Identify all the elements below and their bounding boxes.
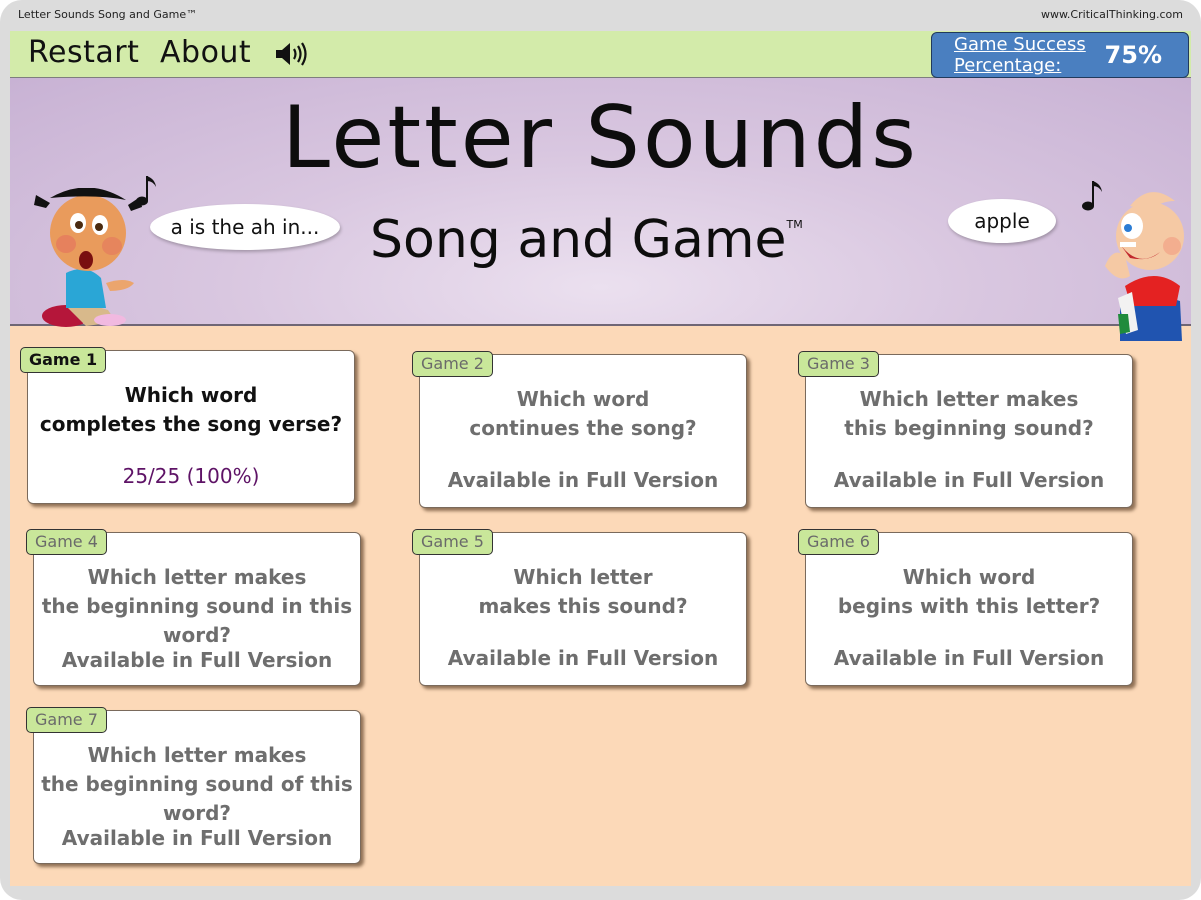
game-tag: Game 3	[798, 351, 879, 377]
game-success-link[interactable]: Game Success Percentage:	[954, 34, 1086, 76]
game-screen: Restart About Game Success Percentage: 7…	[10, 31, 1191, 886]
music-note-icon	[1082, 181, 1102, 211]
game-card-4[interactable]: Game 4 Which letter makes the beginning …	[26, 529, 361, 686]
game-title: Letter Sounds	[282, 88, 919, 188]
game-score: 25/25 (100%)	[122, 464, 260, 488]
window-title: Letter Sounds Song and Game™	[18, 8, 198, 21]
game-tag: Game 6	[798, 529, 879, 555]
score-label-line2: Percentage:	[954, 55, 1062, 76]
question-line: Which letter	[513, 565, 653, 589]
game-selection-grid: Game 1 Which word completes the song ver…	[10, 324, 1191, 886]
question-line: the beginning sound of this word?	[41, 772, 353, 825]
game-question: Which letter makes the beginning sound o…	[40, 741, 354, 828]
game-availability: Available in Full Version	[833, 646, 1105, 670]
game-tag: Game 5	[412, 529, 493, 555]
game-question: Which word completes the song verse?	[34, 381, 348, 439]
question-line: continues the song?	[469, 416, 697, 440]
game-tag: Game 4	[26, 529, 107, 555]
girl-character-illustration	[34, 188, 142, 327]
game-card-7[interactable]: Game 7 Which letter makes the beginning …	[26, 707, 361, 864]
question-line: makes this sound?	[478, 594, 688, 618]
game-question: Which word begins with this letter?	[812, 563, 1126, 621]
question-line: Which letter makes	[87, 743, 307, 767]
question-line: begins with this letter?	[837, 594, 1101, 618]
game-tag: Game 1	[20, 347, 107, 373]
question-line: Which word	[516, 387, 650, 411]
game-card-6[interactable]: Game 6 Which word begins with this lette…	[798, 529, 1133, 686]
question-line: the beginning sound in this word?	[41, 594, 353, 647]
score-value: 75%	[1104, 41, 1162, 69]
question-line: Which letter makes	[859, 387, 1079, 411]
trademark-symbol: TM	[786, 218, 803, 231]
game-question: Which letter makes this beginning sound?	[812, 385, 1126, 443]
game-availability: Available in Full Version	[447, 468, 719, 492]
restart-button[interactable]: Restart	[28, 35, 139, 70]
question-line: this beginning sound?	[844, 416, 1094, 440]
game-card-3[interactable]: Game 3 Which letter makes this beginning…	[798, 351, 1133, 508]
question-line: Which letter makes	[87, 565, 307, 589]
about-button[interactable]: About	[160, 35, 251, 70]
title-banner: Letter Sounds Song and GameTM a is the a…	[10, 78, 1191, 341]
toolbar: Restart About Game Success Percentage: 7…	[10, 31, 1191, 78]
game-question: Which letter makes this sound?	[426, 563, 740, 621]
game-availability: Available in Full Version	[447, 646, 719, 670]
score-label-line1: Game Success	[954, 34, 1086, 55]
game-availability: Available in Full Version	[833, 468, 1105, 492]
app-window: Letter Sounds Song and Game™ www.Critica…	[0, 0, 1201, 900]
game-question: Which letter makes the beginning sound i…	[40, 563, 354, 650]
speaker-icon[interactable]	[274, 41, 310, 67]
website-label: www.CriticalThinking.com	[1040, 8, 1183, 21]
question-line: Which word	[902, 565, 1036, 589]
game-tag: Game 2	[412, 351, 493, 377]
subtitle-text: Song and Game	[370, 210, 787, 270]
game-availability: Available in Full Version	[61, 826, 333, 850]
boy-speech-bubble: apple	[948, 199, 1056, 243]
question-line: completes the song verse?	[39, 412, 343, 436]
game-card-5[interactable]: Game 5 Which letter makes this sound? Av…	[412, 529, 747, 686]
game-availability: Available in Full Version	[61, 648, 333, 672]
game-subtitle: Song and GameTM	[370, 210, 803, 270]
question-line: Which word	[124, 383, 258, 407]
game-card-1[interactable]: Game 1 Which word completes the song ver…	[20, 347, 355, 504]
girl-speech-bubble: a is the ah in...	[150, 204, 340, 250]
music-note-icon	[136, 176, 156, 206]
game-success-panel: Game Success Percentage: 75%	[931, 32, 1189, 78]
game-card-2[interactable]: Game 2 Which word continues the song? Av…	[412, 351, 747, 508]
game-question: Which word continues the song?	[426, 385, 740, 443]
game-tag: Game 7	[26, 707, 107, 733]
